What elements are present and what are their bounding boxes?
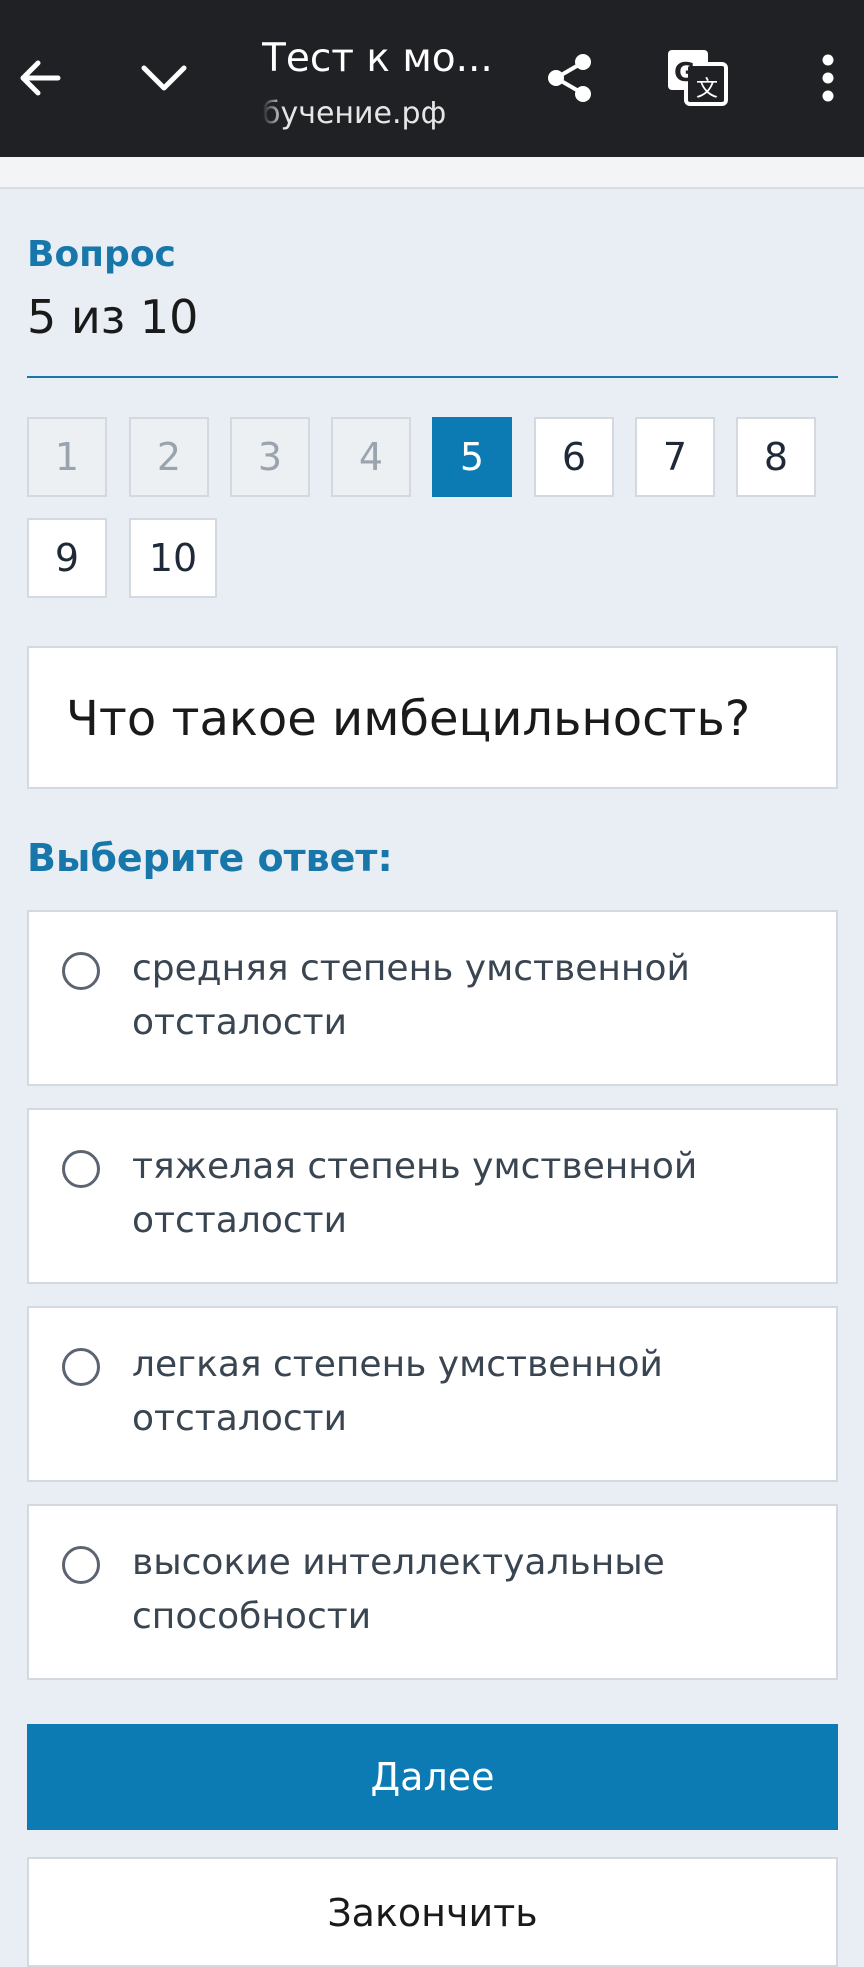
answer-option-4[interactable]: высокие интеллектуальные способности [27, 1504, 838, 1680]
back-arrow-icon [20, 60, 61, 96]
finish-button[interactable]: Закончить [27, 1857, 838, 1967]
question-nav-10[interactable]: 10 [129, 518, 217, 598]
answer-text: тяжелая степень умственной отсталости [132, 1146, 698, 1241]
page-title: Тест к мо... [262, 36, 493, 81]
back-button[interactable] [0, 38, 80, 118]
answer-option-3[interactable]: легкая степень умственной отсталости [27, 1306, 838, 1482]
more-vert-icon [822, 54, 834, 102]
answer-option-1[interactable]: средняя степень умственной отсталости [27, 910, 838, 1086]
question-label: Вопрос [27, 234, 176, 275]
share-button[interactable] [530, 38, 610, 118]
radio-button[interactable] [62, 952, 100, 990]
question-nav-2[interactable]: 2 [129, 417, 209, 497]
divider [27, 376, 838, 378]
question-nav-4[interactable]: 4 [331, 417, 411, 497]
svg-text:G: G [674, 58, 695, 88]
question-nav-5[interactable]: 5 [432, 417, 512, 497]
question-nav-9[interactable]: 9 [27, 518, 107, 598]
question-nav-7[interactable]: 7 [635, 417, 715, 497]
chevron-down-icon [141, 65, 187, 91]
svg-text:文: 文 [696, 77, 718, 102]
answer-text: легкая степень умственной отсталости [132, 1344, 663, 1439]
choose-answer-label: Выберите ответ: [27, 836, 393, 880]
translate-button[interactable]: G 文 [658, 38, 738, 118]
question-nav-3[interactable]: 3 [230, 417, 310, 497]
answer-text: средняя степень умственной отсталости [132, 948, 690, 1043]
radio-button[interactable] [62, 1348, 100, 1386]
browser-toolbar: Тест к мо... бучение.рф G 文 [0, 0, 864, 157]
question-nav-1[interactable]: 1 [27, 417, 107, 497]
question-text: Что такое имбецильность? [27, 646, 838, 789]
next-button[interactable]: Далее [27, 1724, 838, 1830]
radio-button[interactable] [62, 1150, 100, 1188]
radio-button[interactable] [62, 1546, 100, 1584]
question-nav-8[interactable]: 8 [736, 417, 816, 497]
question-counter: 5 из 10 [27, 290, 199, 344]
answer-text: высокие интеллектуальные способности [132, 1542, 665, 1637]
translate-icon: G 文 [668, 50, 728, 106]
page-top-strip [0, 157, 864, 189]
question-nav-6[interactable]: 6 [534, 417, 614, 497]
answer-option-2[interactable]: тяжелая степень умственной отсталости [27, 1108, 838, 1284]
more-options-button[interactable] [788, 38, 864, 118]
collapse-button[interactable] [124, 38, 204, 118]
page-url: бучение.рф [262, 96, 447, 131]
share-icon [548, 54, 591, 102]
